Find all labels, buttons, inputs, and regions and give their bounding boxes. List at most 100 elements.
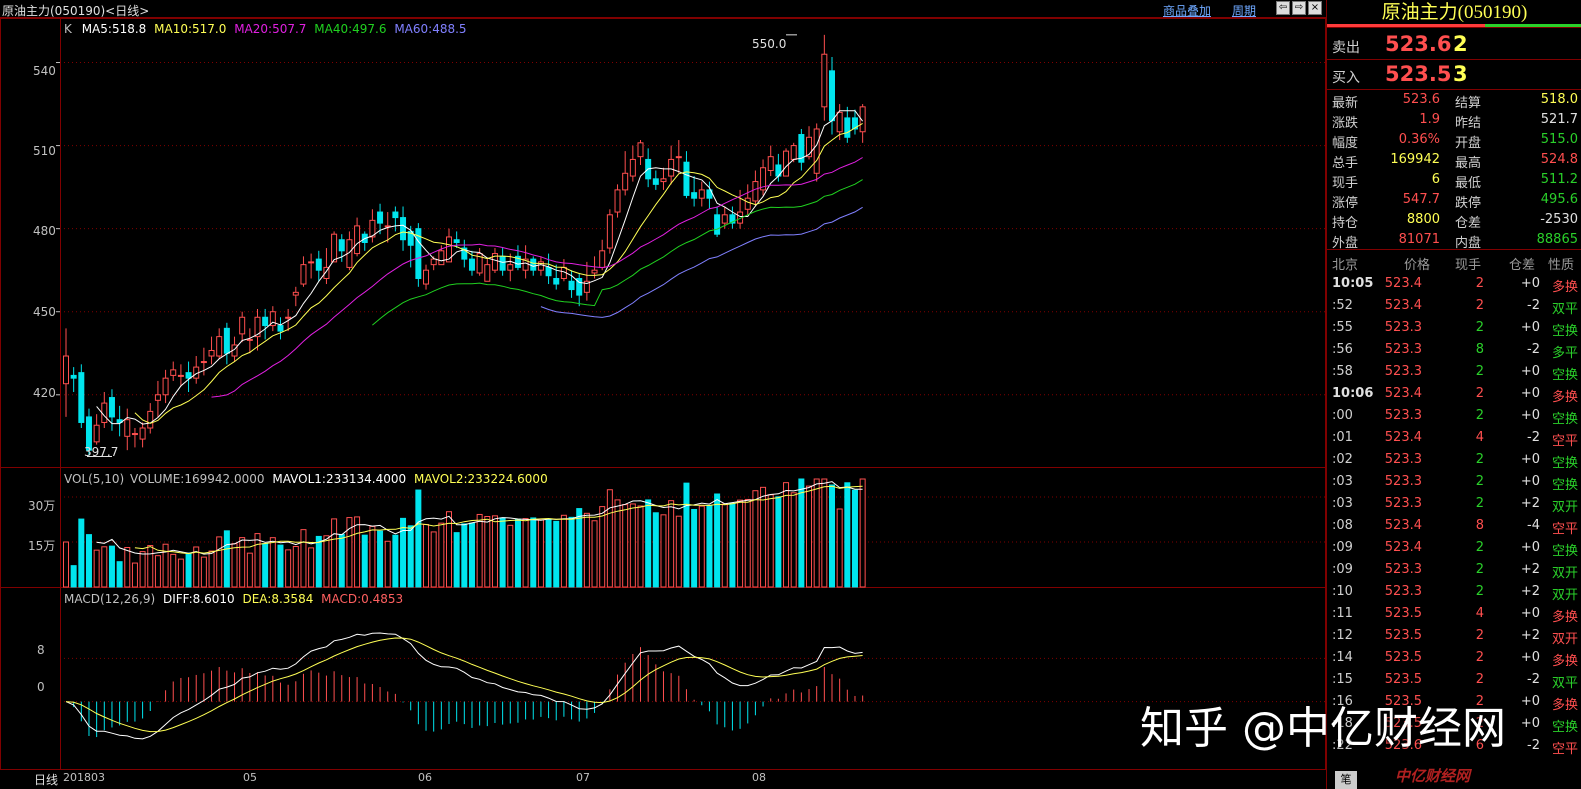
tick-t: :08 <box>1332 518 1353 533</box>
volume-bar <box>499 517 506 588</box>
tick-n: 空换 <box>1551 544 1578 559</box>
tick-row[interactable]: :02 523.3 2 +0 空换 <box>1327 452 1581 474</box>
bid-row: 买入 523.5 3 <box>1327 60 1581 90</box>
tick-row[interactable]: 10:06 523.4 2 +0 多换 <box>1327 386 1581 408</box>
candle-body <box>70 374 77 379</box>
tick-row[interactable]: :58 523.3 2 +0 空换 <box>1327 364 1581 386</box>
tick-n: 双开 <box>1551 588 1578 603</box>
ma40-value: MA40:497.6 <box>314 22 387 36</box>
candle-body <box>813 128 820 174</box>
candle-body <box>423 269 430 285</box>
volume-bar <box>315 535 322 588</box>
tick-v: 2 <box>1475 298 1484 313</box>
candle-body <box>691 192 698 199</box>
tick-p: 523.5 <box>1384 628 1422 643</box>
candle-body <box>170 369 177 376</box>
y-tick-480: 480 <box>33 224 56 238</box>
tick-row[interactable]: :56 523.3 8 -2 多平 <box>1327 342 1581 364</box>
chart-topbar: 原油主力(050190)<日线> 商品叠加 周期 ⇦ ⇨ × <box>0 0 1326 18</box>
x-label-201803: 201803 <box>63 771 105 784</box>
candle-body <box>545 266 552 277</box>
tick-v: 2 <box>1475 364 1484 379</box>
volume-bar <box>354 516 361 588</box>
tick-oi: +0 <box>1520 408 1540 423</box>
tick-n: 双开 <box>1551 566 1578 581</box>
tick-p: 523.4 <box>1384 386 1422 401</box>
tick-row[interactable]: 10:05 523.4 2 +0 多换 <box>1327 276 1581 298</box>
tick-n: 多平 <box>1551 346 1578 361</box>
restore-icon[interactable]: ⇦ <box>1276 1 1290 15</box>
volume-value: VOLUME:169942.0000 <box>130 472 265 486</box>
mavol2-value: MAVOL2:233224.6000 <box>413 472 548 486</box>
stat-row: 外盘 81071 内盘 88865 <box>1327 232 1581 252</box>
high-label: 550.0 <box>752 37 787 51</box>
stat-v2: 495.6 <box>1540 192 1578 207</box>
ticks-header-price: 价格 <box>1404 258 1431 273</box>
volume-bar <box>331 518 338 588</box>
tick-row[interactable]: :12 523.5 2 +2 双开 <box>1327 628 1581 650</box>
tick-v: 4 <box>1475 606 1484 621</box>
candle-body <box>668 158 675 177</box>
ma20-value: MA20:507.7 <box>234 22 307 36</box>
overlay-commodity-menu[interactable]: 商品叠加 <box>1163 2 1211 19</box>
tick-oi: +0 <box>1520 474 1540 489</box>
tick-p: 523.4 <box>1384 518 1422 533</box>
volume-bar <box>806 485 813 588</box>
stat-v2: 515.0 <box>1540 132 1578 147</box>
ticks-header-oi: 仓差 <box>1509 258 1536 273</box>
tick-row[interactable]: :01 523.4 4 -2 空平 <box>1327 430 1581 452</box>
ticks-tab[interactable]: 笔 <box>1335 771 1357 789</box>
volume-bar <box>185 552 192 588</box>
tick-row[interactable]: :03 523.3 2 +0 空换 <box>1327 474 1581 496</box>
volume-indicator-legend: VOL(5,10) VOLUME:169942.0000 MAVOL1:2331… <box>64 472 548 486</box>
window-controls: ⇦ ⇨ × <box>1276 1 1322 15</box>
candle-body <box>185 372 192 379</box>
candle-body <box>744 197 751 210</box>
volume-bar <box>223 530 230 588</box>
tick-row[interactable]: :14 523.5 2 +0 多换 <box>1327 650 1581 672</box>
tick-row[interactable]: :55 523.3 2 +0 空换 <box>1327 320 1581 342</box>
candle-body <box>430 258 437 266</box>
close-icon[interactable]: × <box>1308 1 1322 15</box>
period-label[interactable]: 日线 <box>34 771 58 788</box>
stat-v2: 511.2 <box>1540 172 1578 187</box>
tick-row[interactable]: :09 523.3 2 +2 双开 <box>1327 562 1581 584</box>
volume-bar <box>177 558 184 588</box>
ma60-value: MA60:488.5 <box>394 22 467 36</box>
kline-chart-svg[interactable] <box>0 0 1326 789</box>
volume-bar <box>438 522 445 588</box>
candle-body <box>200 361 207 364</box>
tick-row[interactable]: :08 523.4 8 -4 空平 <box>1327 518 1581 540</box>
tick-row[interactable]: :11 523.5 4 +0 多换 <box>1327 606 1581 628</box>
ma5-value: MA5:518.8 <box>81 22 147 36</box>
candle-body <box>139 427 146 440</box>
tick-row[interactable]: :03 523.3 2 +2 双开 <box>1327 496 1581 518</box>
volume-bar <box>269 537 276 588</box>
stat-v1: 1.9 <box>1419 112 1440 127</box>
candle-body <box>698 189 705 199</box>
tick-row[interactable]: :00 523.3 2 +0 空换 <box>1327 408 1581 430</box>
tick-n: 双开 <box>1551 500 1578 515</box>
kline-chart-area[interactable]: 原油主力(050190)<日线> 商品叠加 周期 ⇦ ⇨ × K MA5:518… <box>0 0 1326 789</box>
volume-bar <box>706 504 713 588</box>
tick-row[interactable]: :15 523.5 2 -2 双平 <box>1327 672 1581 694</box>
volume-bar <box>139 551 146 588</box>
tick-v: 2 <box>1475 386 1484 401</box>
period-menu[interactable]: 周期 <box>1232 2 1256 19</box>
volume-bar <box>108 545 115 588</box>
volume-bar <box>660 514 667 588</box>
tick-oi: -2 <box>1527 298 1540 313</box>
volume-bar <box>285 549 292 588</box>
watermark-text: 知乎 @中亿财经网 <box>1140 703 1506 754</box>
volume-bar <box>859 478 866 588</box>
candle-body <box>300 264 307 285</box>
tick-row[interactable]: :10 523.3 2 +2 双开 <box>1327 584 1581 606</box>
tick-t: :03 <box>1332 496 1353 511</box>
stat-k2: 最低 <box>1455 176 1482 191</box>
candle-body <box>721 214 728 224</box>
maximize-icon[interactable]: ⇨ <box>1292 1 1306 15</box>
tick-row[interactable]: :09 523.4 2 +0 空换 <box>1327 540 1581 562</box>
tick-t: :09 <box>1332 562 1353 577</box>
volume-bar <box>760 486 767 588</box>
tick-row[interactable]: :52 523.4 2 -2 双平 <box>1327 298 1581 320</box>
